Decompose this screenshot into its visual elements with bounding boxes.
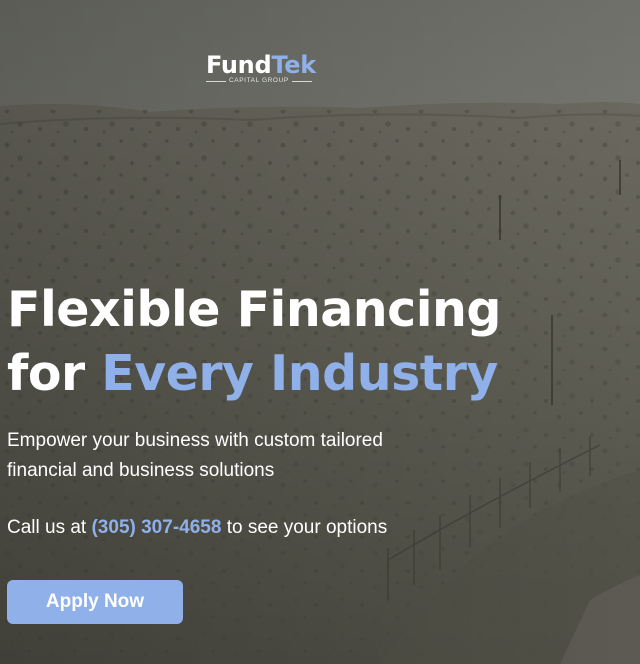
logo-tagline: CAPITAL GROUP: [206, 77, 324, 85]
apply-now-button[interactable]: Apply Now: [7, 580, 183, 624]
hero-subtext: Empower your business with custom tailor…: [7, 430, 383, 481]
hero-headline: Flexible Financing for Every Industry: [7, 278, 501, 406]
call-us-line: Call us at (305) 307-4658 to see your op…: [7, 513, 387, 543]
logo-tagline-text: CAPITAL GROUP: [229, 77, 289, 84]
headline-line-2-prefix: for: [7, 345, 102, 402]
fundtek-logo[interactable]: FundTek CAPITAL GROUP: [206, 52, 326, 88]
call-us-suffix: to see your options: [221, 517, 388, 538]
logo-word-fund: Fund: [206, 51, 272, 79]
logo-word-tek: Tek: [271, 51, 316, 79]
hero-section: FundTek CAPITAL GROUP Flexible Financing…: [0, 0, 640, 664]
headline-line-1: Flexible Financing: [7, 281, 501, 338]
phone-number-link[interactable]: (305) 307-4658: [91, 517, 221, 538]
call-us-prefix: Call us at: [7, 517, 92, 538]
logo-wordmark: FundTek: [206, 52, 316, 78]
headline-line-2-accent: Every Industry: [101, 345, 498, 402]
logo-rule-left: [206, 80, 226, 82]
logo-rule-right: [291, 80, 312, 82]
